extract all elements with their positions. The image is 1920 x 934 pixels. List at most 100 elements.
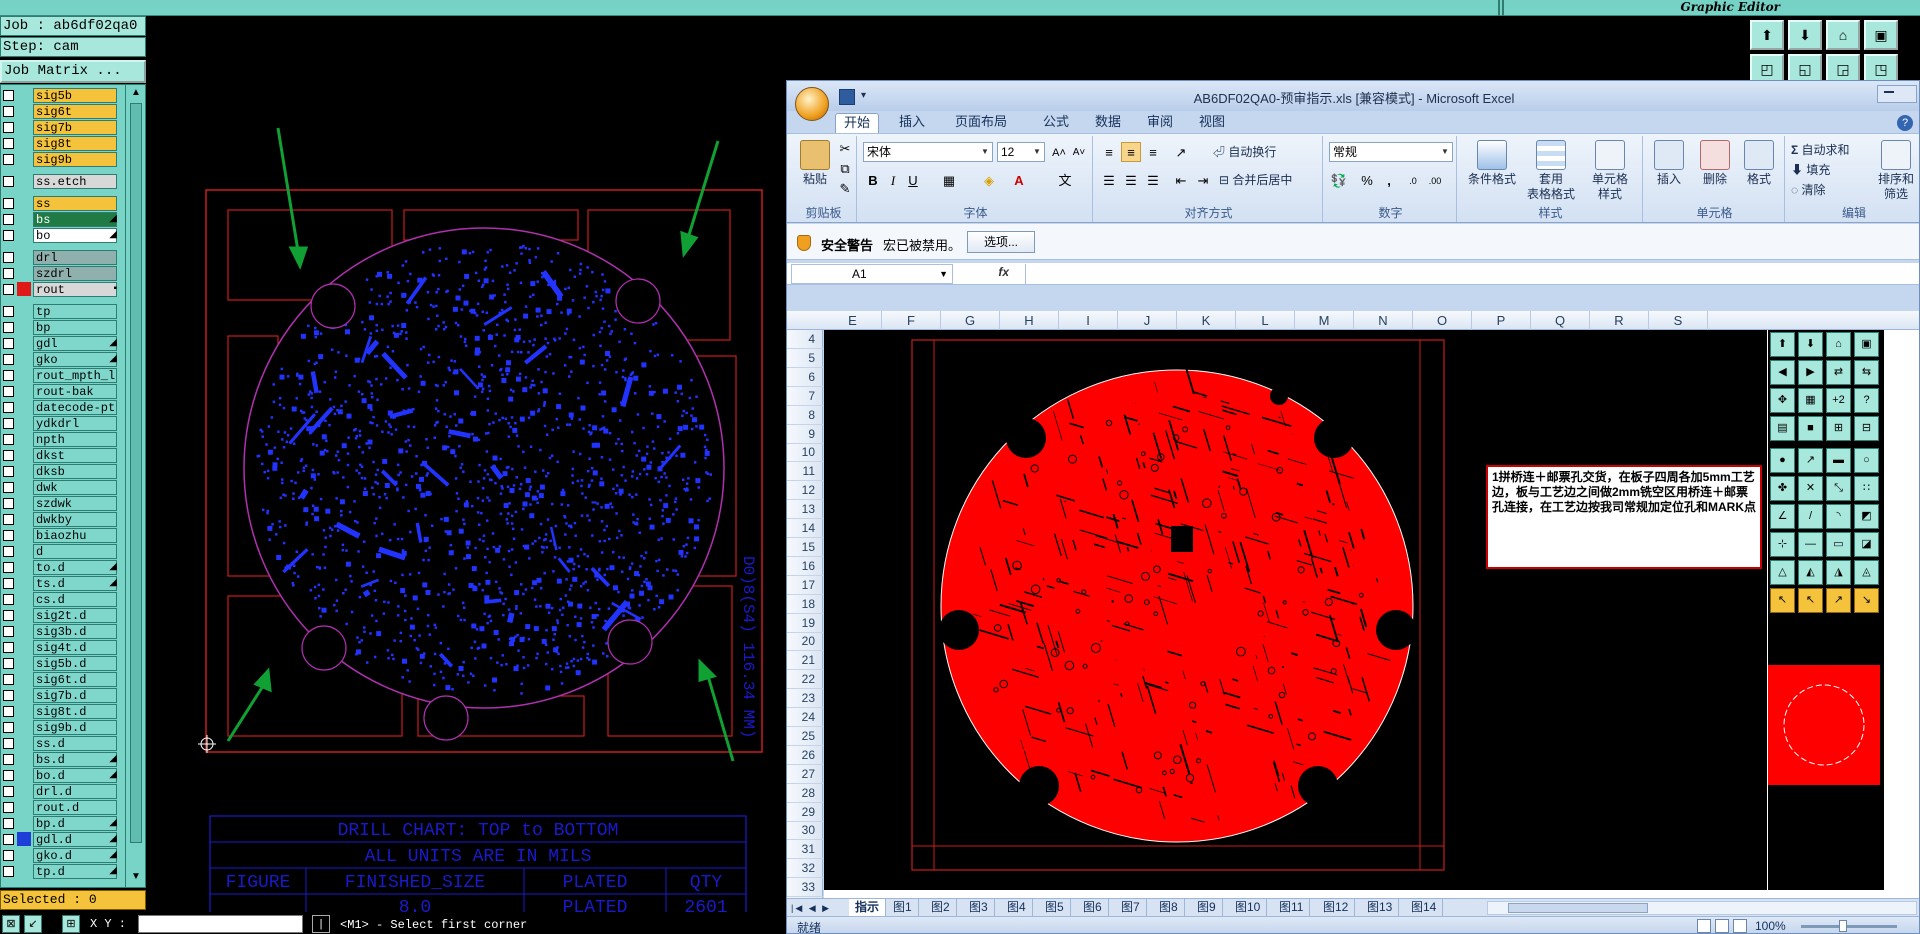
align-top-icon[interactable]: ≡	[1099, 142, 1119, 162]
layer-name[interactable]: npth	[33, 432, 117, 447]
row-header[interactable]: 10	[787, 443, 823, 463]
layer-checkbox[interactable]	[3, 268, 14, 279]
format-cells-button[interactable]: 格式	[1737, 140, 1781, 187]
shrink-font-icon[interactable]: A˅	[1069, 142, 1089, 162]
layer-checkbox[interactable]	[3, 770, 14, 781]
side-tool-icon[interactable]: ✕	[1798, 476, 1823, 501]
side-tool-icon[interactable]: ◪	[1854, 532, 1879, 557]
home-icon[interactable]: ⌂	[1826, 20, 1860, 50]
scroll-thumb[interactable]	[130, 103, 142, 843]
layer-row[interactable]: sig8t.d	[1, 703, 119, 719]
column-header[interactable]: L	[1236, 311, 1295, 330]
row-header[interactable]: 15	[787, 538, 823, 557]
page-break-view-icon[interactable]	[1733, 919, 1747, 933]
layer-row[interactable]: sig5b.d	[1, 655, 119, 671]
layer-name[interactable]: rout	[33, 282, 117, 297]
align-middle-icon[interactable]: ≡	[1121, 142, 1141, 162]
side-tool-icon[interactable]: ∷	[1854, 476, 1879, 501]
window-controls[interactable]	[1877, 85, 1917, 103]
paste-button[interactable]: 粘贴	[793, 140, 837, 187]
font-color-icon[interactable]: A	[1009, 170, 1029, 190]
sheet-nav-icon[interactable]: |◀ ◀ ▶ ▶|	[791, 900, 847, 929]
row-header[interactable]: 22	[787, 670, 823, 690]
comma-icon[interactable]: ,	[1379, 170, 1399, 190]
layer-checkbox[interactable]	[3, 176, 14, 187]
row-header[interactable]: 25	[787, 727, 823, 746]
underline-icon[interactable]: U	[903, 170, 923, 190]
layer-name[interactable]: ts.d	[33, 576, 117, 591]
layer-name[interactable]: to.d	[33, 560, 117, 575]
layer-checkbox[interactable]	[3, 434, 14, 445]
layer-name[interactable]: sig7b	[33, 120, 117, 135]
layer-name[interactable]: bs.d	[33, 752, 117, 767]
layer-name[interactable]: ss.d	[33, 736, 117, 751]
side-tool-icon[interactable]: ↗	[1798, 448, 1823, 473]
layer-row[interactable]: gdl ◢	[1, 335, 119, 351]
layer-row[interactable]: sig9b	[1, 151, 119, 167]
sheet-tab[interactable]: 图10	[1229, 899, 1268, 917]
side-tool-icon[interactable]: ✥	[1770, 388, 1795, 413]
layer-row[interactable]: sig8t	[1, 135, 119, 151]
layer-name[interactable]: sig8t	[33, 136, 117, 151]
layer-name[interactable]: rout-bak	[33, 384, 117, 399]
layer-checkbox[interactable]	[3, 322, 14, 333]
office-button[interactable]	[795, 87, 829, 121]
layer-row[interactable]: rout-bak	[1, 383, 119, 399]
layer-checkbox[interactable]	[3, 418, 14, 429]
row-header[interactable]: 18	[787, 595, 823, 614]
row-header[interactable]: 14	[787, 519, 823, 538]
column-header[interactable]: G	[941, 311, 1000, 330]
conditional-format-button[interactable]: 条件格式	[1465, 140, 1519, 187]
font-name-select[interactable]: 宋体 ▼	[863, 142, 993, 162]
layer-row[interactable]: bs ◢	[1, 211, 119, 227]
layer-name[interactable]: d	[33, 544, 117, 559]
row-header[interactable]: 12	[787, 481, 823, 501]
side-tool-icon[interactable]: ▭	[1826, 532, 1851, 557]
help-icon[interactable]: ?	[1897, 115, 1913, 131]
cut-icon[interactable]: ✂	[835, 138, 855, 158]
layer-checkbox[interactable]	[3, 658, 14, 669]
sort-filter-button[interactable]: 排序和 筛选	[1871, 140, 1919, 202]
font-size-select[interactable]: 12 ▼	[997, 142, 1045, 162]
side-tool-icon[interactable]: ⊞	[1826, 416, 1851, 441]
layer-row[interactable]: bo ◢	[1, 227, 119, 243]
sheet-tab[interactable]: 图8	[1153, 899, 1185, 917]
scroll-up-icon[interactable]: ▲	[129, 87, 143, 99]
layer-checkbox[interactable]	[3, 706, 14, 717]
side-tool-icon[interactable]: ▦	[1798, 388, 1823, 413]
layer-row[interactable]: ydkdrl	[1, 415, 119, 431]
side-tool-icon[interactable]: ✤	[1770, 476, 1795, 501]
layer-name[interactable]: drl	[33, 250, 117, 265]
tab-view[interactable]: 视图	[1191, 113, 1233, 133]
side-tool-icon[interactable]: ?	[1854, 388, 1879, 413]
grid-tool-icon[interactable]: ⊞	[62, 915, 80, 933]
layer-name[interactable]: datecode-pte	[33, 400, 117, 415]
layer-row[interactable]: rout.d	[1, 799, 119, 815]
sheet-tab[interactable]: 图1	[887, 899, 919, 917]
side-tool-icon[interactable]: ↖	[1798, 588, 1823, 613]
layer-name[interactable]: tp	[33, 304, 117, 319]
row-header[interactable]: 33	[787, 878, 823, 898]
layer-checkbox[interactable]	[3, 90, 14, 101]
layer-row[interactable]: rout ▪	[1, 281, 119, 297]
layer-checkbox[interactable]	[3, 482, 14, 493]
layer-row[interactable]: sig6t	[1, 103, 119, 119]
instruction-note[interactable]: 1拼桥连＋邮票孔交货，在板子四周各加5mm工艺边，板与工艺边之间做2mm铣空区用…	[1486, 465, 1762, 569]
layer-row[interactable]: bs.d ◢	[1, 751, 119, 767]
layer-row[interactable]: sig5b	[1, 87, 119, 103]
layer-color-swatch[interactable]	[17, 832, 31, 846]
layer-row[interactable]: tp	[1, 303, 119, 319]
increase-indent-icon[interactable]: ⇥	[1193, 170, 1213, 190]
sheet-tab[interactable]: 图2	[925, 899, 957, 917]
row-header[interactable]: 17	[787, 576, 823, 595]
layer-checkbox[interactable]	[3, 122, 14, 133]
layer-checkbox[interactable]	[3, 834, 14, 845]
layer-checkbox[interactable]	[3, 214, 14, 225]
layer-row[interactable]: ts.d ◢	[1, 575, 119, 591]
side-tool-icon[interactable]: ◬	[1854, 560, 1879, 585]
layer-row[interactable]: sig7b	[1, 119, 119, 135]
layer-checkbox[interactable]	[3, 154, 14, 165]
layer-row[interactable]: sig9b.d	[1, 719, 119, 735]
increase-decimal-icon[interactable]: .0	[1403, 170, 1423, 190]
fill-button[interactable]: ⬇ 填充	[1791, 160, 1830, 180]
